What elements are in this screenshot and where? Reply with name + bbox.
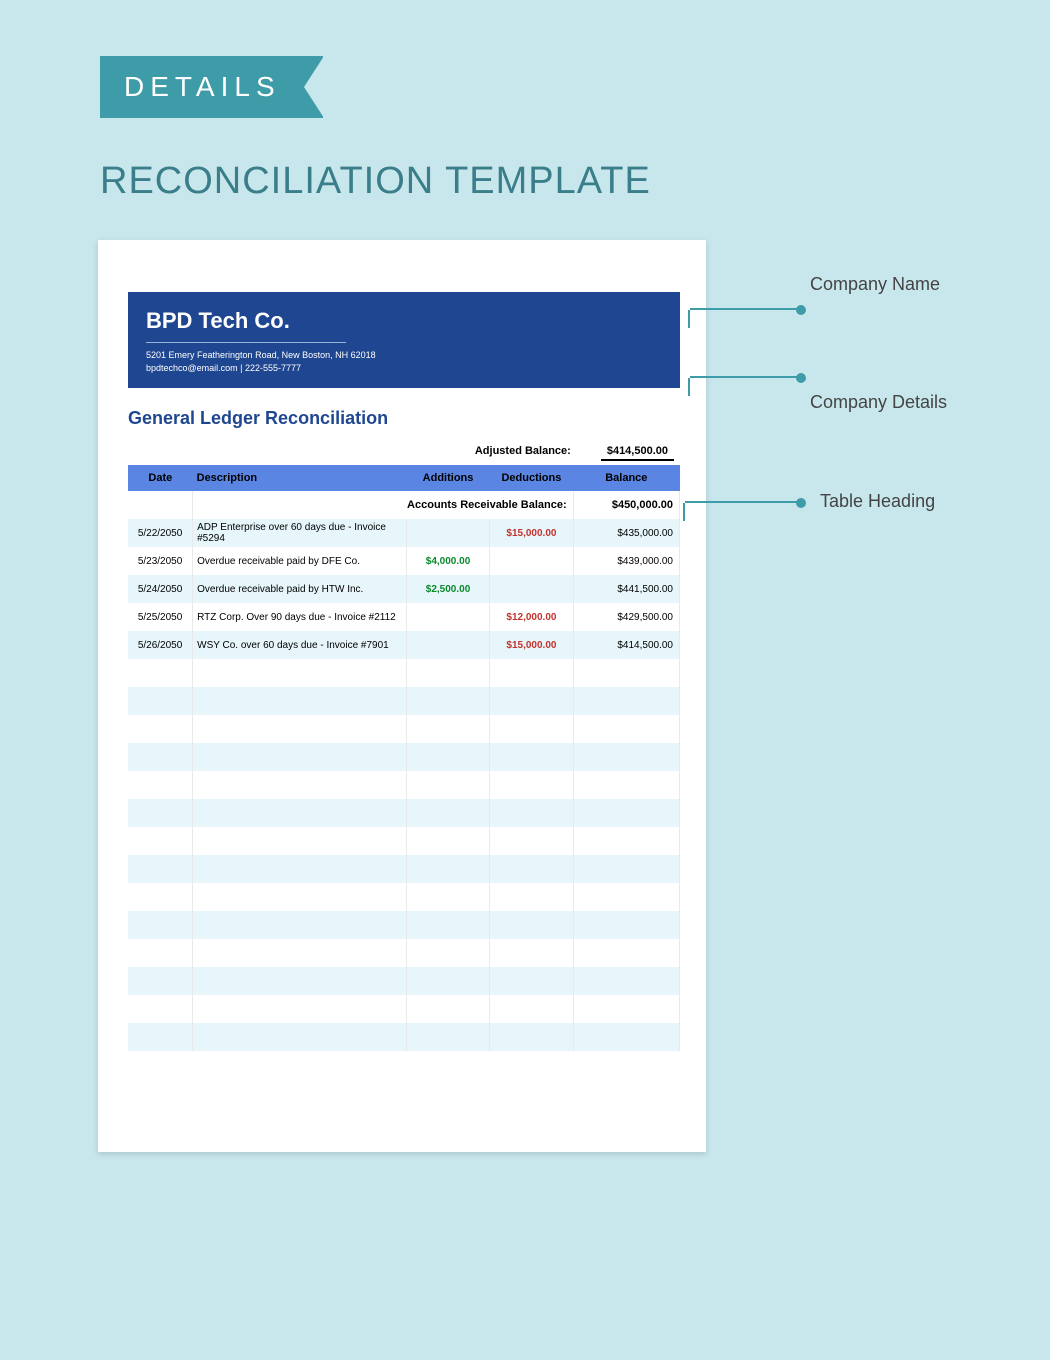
cell-additions [406,631,489,659]
cell-deductions: $12,000.00 [490,603,573,631]
ar-balance-value: $450,000.00 [573,491,679,519]
cell-balance: $435,000.00 [573,519,679,547]
ar-balance-label: Accounts Receivable Balance: [193,491,574,519]
company-contact: bpdtechco@email.com | 222-555-7777 [146,362,662,375]
cell-desc: Overdue receivable paid by DFE Co. [193,547,407,575]
cell-date: 5/26/2050 [128,631,193,659]
ledger-title: General Ledger Reconciliation [128,408,680,429]
table-row-empty [128,715,680,743]
table-row: 5/26/2050WSY Co. over 60 days due - Invo… [128,631,680,659]
page-title: RECONCILIATION TEMPLATE [100,160,651,203]
cell-date: 5/25/2050 [128,603,193,631]
cell-deductions: $15,000.00 [490,631,573,659]
adjusted-balance-label: Adjusted Balance: [475,445,571,461]
table-row-empty [128,995,680,1023]
table-row-empty [128,743,680,771]
divider [146,342,346,343]
table-row-empty [128,911,680,939]
col-additions: Additions [406,465,489,491]
col-balance: Balance [573,465,679,491]
table-heading-row: Date Description Additions Deductions Ba… [128,465,680,491]
cell-balance: $441,500.00 [573,575,679,603]
callout-table-heading: Table Heading [820,491,935,512]
cell-desc: ADP Enterprise over 60 days due - Invoic… [193,519,407,547]
cell-deductions: $15,000.00 [490,519,573,547]
company-header: BPD Tech Co. 5201 Emery Featherington Ro… [128,292,680,388]
cell-balance: $429,500.00 [573,603,679,631]
ribbon-label: DETAILS [124,71,281,103]
cell-additions: $2,500.00 [406,575,489,603]
cell-date: 5/23/2050 [128,547,193,575]
cell-additions: $4,000.00 [406,547,489,575]
cell-deductions [490,547,573,575]
lead-table-heading [685,501,800,503]
callout-company-name: Company Name [810,274,940,295]
col-date: Date [128,465,193,491]
cell-date: 5/22/2050 [128,519,193,547]
lead-company-name [690,308,800,310]
company-name: BPD Tech Co. [146,308,662,334]
table-row: 5/22/2050ADP Enterprise over 60 days due… [128,519,680,547]
adjusted-balance-value: $414,500.00 [601,445,674,461]
cell-desc: Overdue receivable paid by HTW Inc. [193,575,407,603]
table-row: 5/25/2050RTZ Corp. Over 90 days due - In… [128,603,680,631]
cell-additions [406,603,489,631]
table-row-empty [128,827,680,855]
lead-company-details [690,376,800,378]
cell-additions [406,519,489,547]
table-row-empty [128,939,680,967]
cell-desc: WSY Co. over 60 days due - Invoice #7901 [193,631,407,659]
cell-deductions [490,575,573,603]
cell-desc: RTZ Corp. Over 90 days due - Invoice #21… [193,603,407,631]
table-row-empty [128,659,680,687]
cell-balance: $414,500.00 [573,631,679,659]
table-row-empty [128,771,680,799]
details-ribbon: DETAILS [100,56,323,118]
ar-balance-row: Accounts Receivable Balance:$450,000.00 [128,491,680,519]
table-row-empty [128,799,680,827]
col-description: Description [193,465,407,491]
table-row-empty [128,883,680,911]
ledger-table: Date Description Additions Deductions Ba… [128,465,680,1051]
table-row-empty [128,687,680,715]
col-deductions: Deductions [490,465,573,491]
table-row-empty [128,1023,680,1051]
table-row-empty [128,855,680,883]
cell-balance: $439,000.00 [573,547,679,575]
document-preview: BPD Tech Co. 5201 Emery Featherington Ro… [98,240,706,1152]
adjusted-balance-row: Adjusted Balance: $414,500.00 [128,443,680,465]
table-row-empty [128,967,680,995]
table-row: 5/23/2050Overdue receivable paid by DFE … [128,547,680,575]
company-address: 5201 Emery Featherington Road, New Bosto… [146,349,662,362]
callout-company-details: Company Details [810,392,947,413]
cell-date: 5/24/2050 [128,575,193,603]
table-row: 5/24/2050Overdue receivable paid by HTW … [128,575,680,603]
